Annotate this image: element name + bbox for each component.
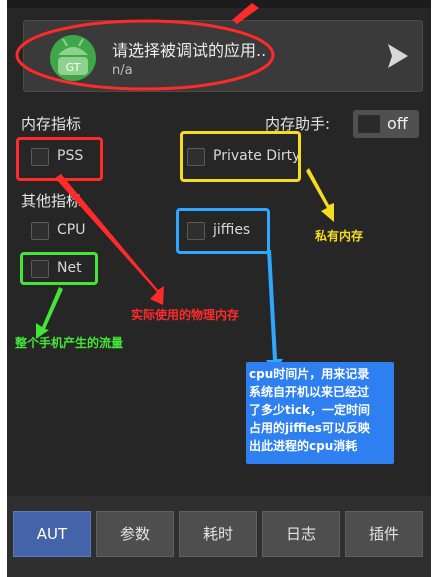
cpu-note-line: 了多少tick，一定时间 (249, 403, 370, 417)
tab-aut[interactable]: AUT (13, 511, 91, 557)
bottom-tab-bar: AUT 参数 耗时 日志 插件 (7, 496, 431, 577)
top-red-arrow (232, 3, 259, 24)
tab-parameters[interactable]: 参数 (96, 511, 174, 557)
physical-memory-note: 实际使用的物理内存 (131, 308, 240, 322)
annotation-overlay (15, 3, 394, 464)
traffic-note: 整个手机产生的流量 (15, 336, 124, 350)
gt-screen: GT 请选择被调试的应用.. n/a 内存指标 内存助手: off PSS Pr… (7, 0, 431, 577)
cpu-note-line: 占用的jiffies可以反映 (249, 421, 370, 435)
cpu-note-line: 出此进程的cpu消耗 (249, 439, 358, 453)
tab-plugins[interactable]: 插件 (345, 511, 423, 557)
jiffies-arrow (266, 250, 283, 372)
net-arrow (36, 287, 63, 339)
pss-arrow (55, 174, 164, 305)
app-selector-ellipse (15, 19, 275, 91)
private-memory-note: 私有内存 (315, 229, 364, 243)
cpu-note: cpu时间片，用来记录 系统自开机以来已经过 了多少tick，一定时间 占用的j… (249, 365, 395, 455)
private-arrow (306, 168, 334, 222)
cpu-note-line: cpu时间片，用来记录 (249, 367, 370, 381)
tab-timing[interactable]: 耗时 (179, 511, 257, 557)
tab-logs[interactable]: 日志 (262, 511, 340, 557)
cpu-note-line: 系统自开机以来已经过 (249, 385, 370, 399)
